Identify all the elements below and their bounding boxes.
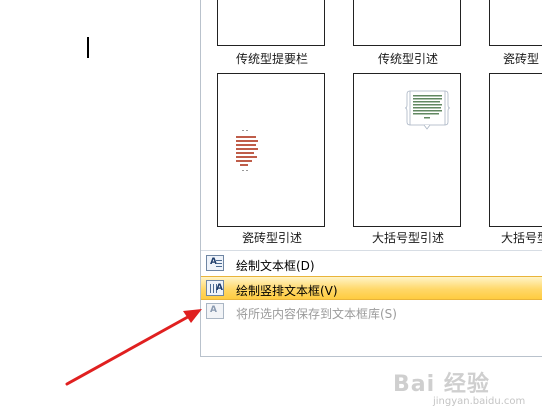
watermark-sub-text: jingyan.baidu.com bbox=[433, 396, 526, 407]
annotation-arrow bbox=[65, 309, 202, 386]
watermark-main-text: Bai 经验 bbox=[393, 372, 490, 397]
baidu-jingyan-watermark: Bai 经验 jingyan.baidu.com bbox=[393, 366, 539, 410]
